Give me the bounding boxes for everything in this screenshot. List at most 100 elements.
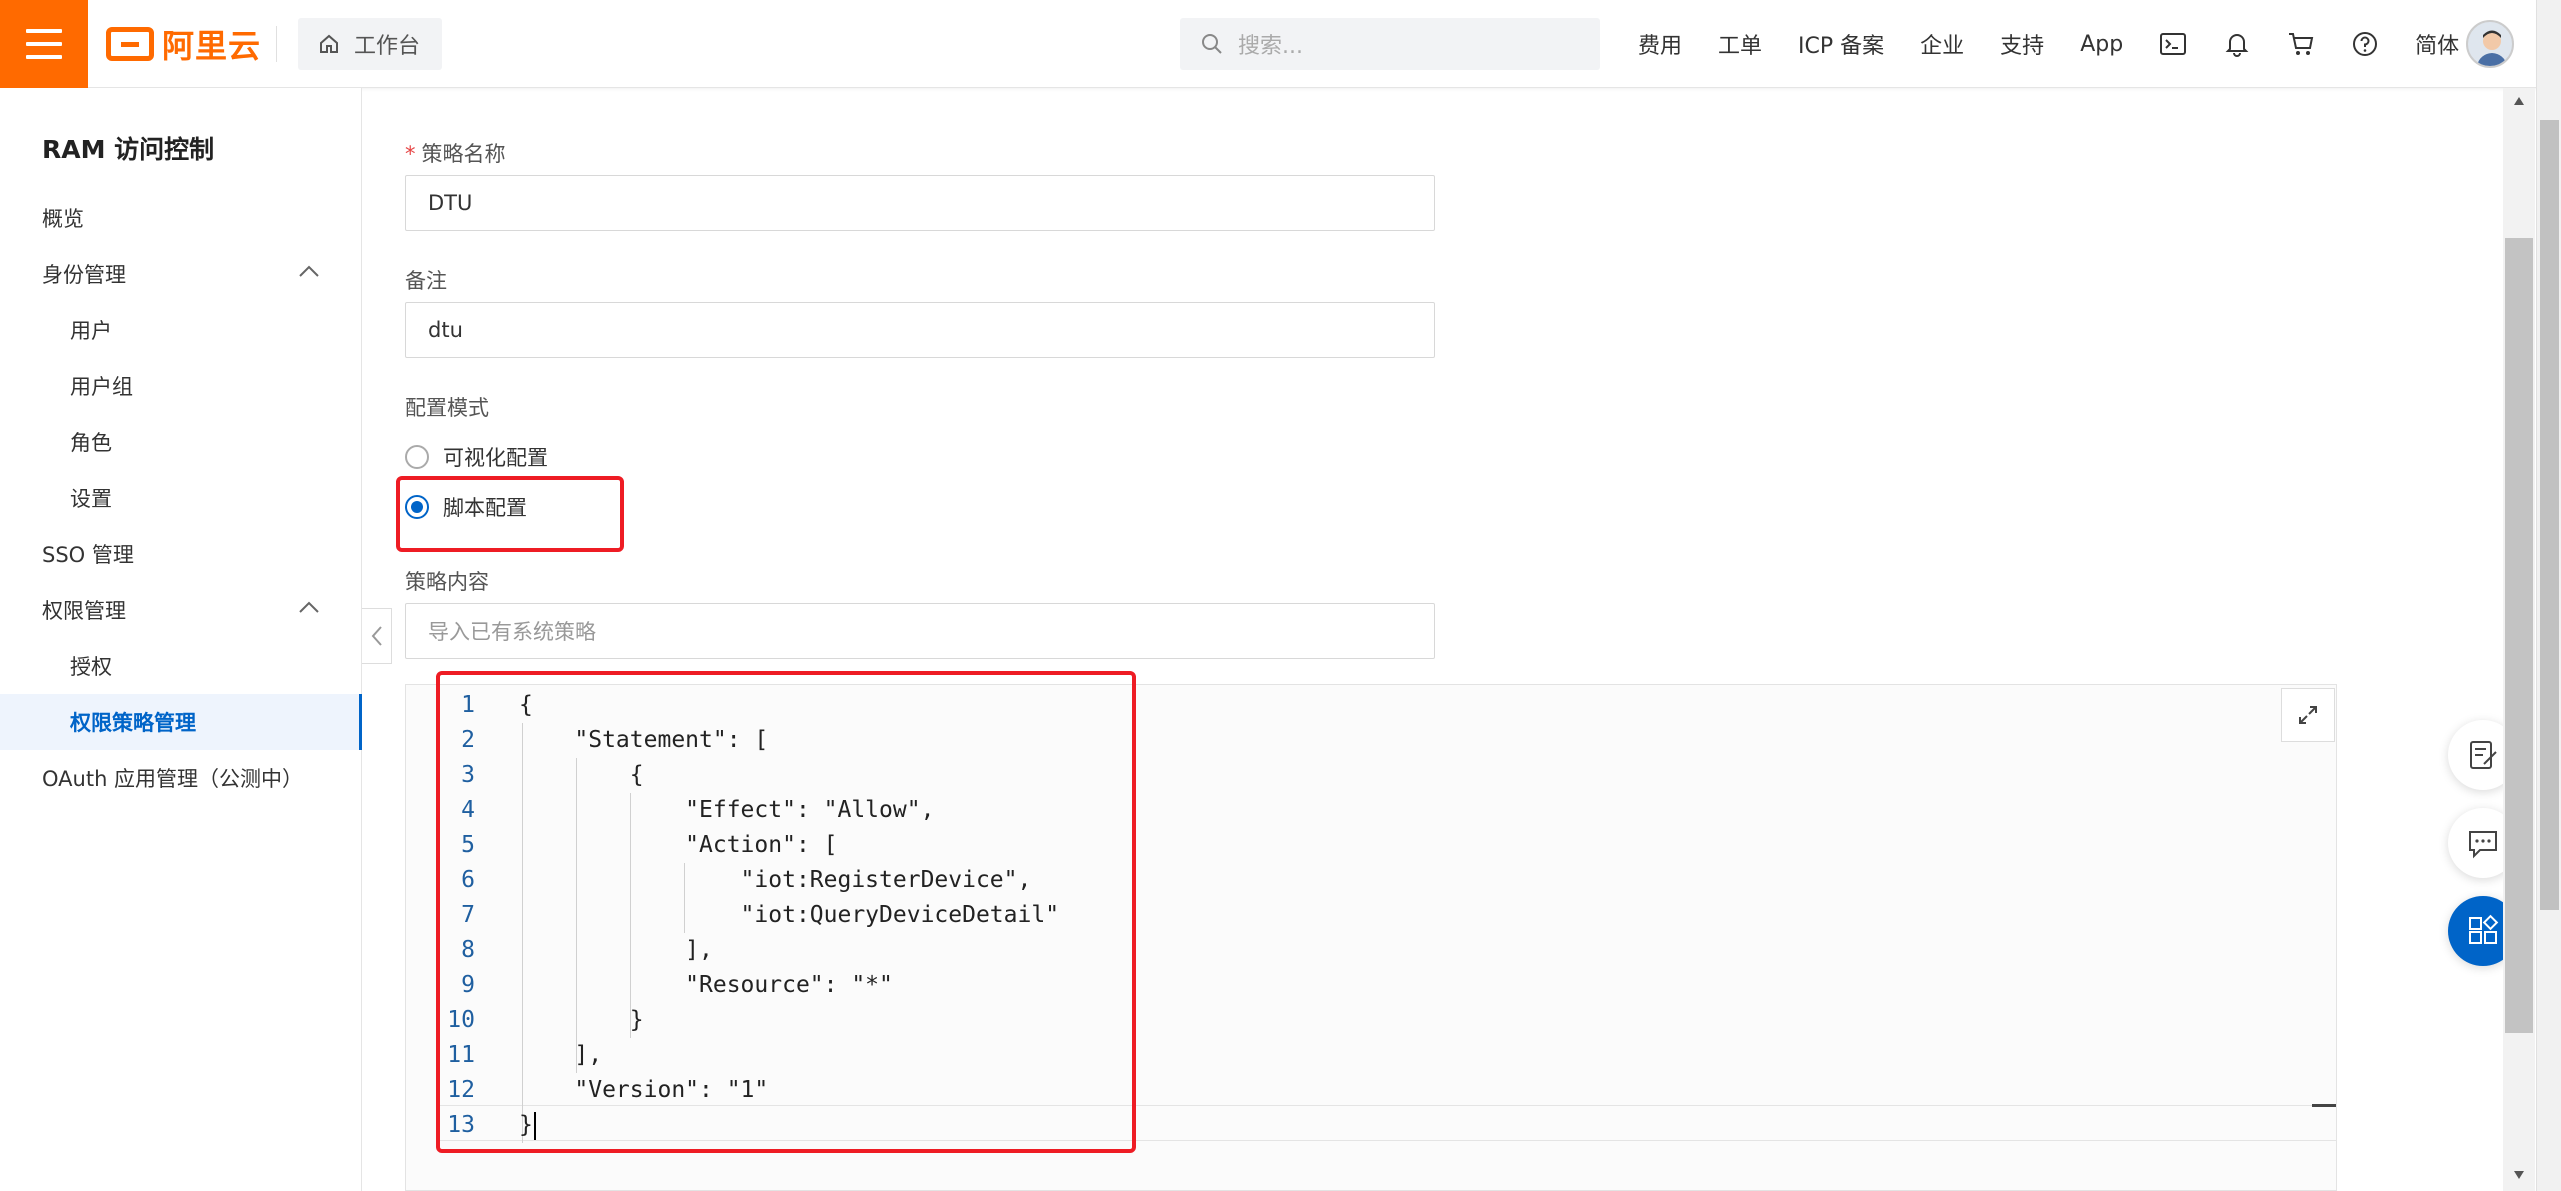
home-icon xyxy=(320,34,338,53)
sidebar: RAM 访问控制 概览 身份管理 用户 用户组 角色 设置 SSO 管理 权限管… xyxy=(0,88,362,1191)
help-icon[interactable] xyxy=(2333,31,2397,57)
menu-icon[interactable] xyxy=(0,0,88,88)
sidebar-item-label: 权限策略管理 xyxy=(70,711,196,735)
editor-scroll-marker xyxy=(2312,1104,2336,1107)
line-text: ], xyxy=(519,937,713,963)
sidebar-item-label: 设置 xyxy=(70,487,112,511)
import-policy-placeholder: 导入已有系统策略 xyxy=(428,620,596,644)
sidebar-item-label: 概览 xyxy=(42,207,84,231)
policy-content-label: 策略内容 xyxy=(405,570,489,594)
remark-label: 备注 xyxy=(405,269,447,293)
divider xyxy=(276,26,277,62)
line-number: 1 xyxy=(461,692,475,718)
sidebar-item-permissions[interactable]: 权限管理 xyxy=(0,582,362,638)
line-text: } xyxy=(519,1112,533,1138)
logo-text: 阿里云 xyxy=(162,27,262,65)
sidebar-item-settings[interactable]: 设置 xyxy=(0,470,362,526)
sidebar-item-label: 授权 xyxy=(70,655,112,679)
nav-ticket[interactable]: 工单 xyxy=(1700,28,1780,60)
search-placeholder: 搜索... xyxy=(1238,34,1303,59)
editor-divider xyxy=(437,1140,2337,1141)
sidebar-item-label: 权限管理 xyxy=(42,599,126,623)
expand-icon xyxy=(2299,706,2317,724)
content-scrollbar[interactable] xyxy=(2503,88,2535,1191)
policy-name-label: * 策略名称 xyxy=(405,138,506,168)
workbench-button[interactable]: 工作台 xyxy=(298,18,442,70)
scroll-down-arrow-icon xyxy=(2514,1171,2524,1179)
nav-fee[interactable]: 费用 xyxy=(1620,28,1700,60)
sidebar-item-oauth[interactable]: OAuth 应用管理（公测中） xyxy=(0,750,362,806)
scroll-up-arrow-icon xyxy=(2514,97,2524,105)
line-number: 10 xyxy=(447,1007,475,1033)
line-number: 3 xyxy=(461,762,475,788)
scrollbar-thumb[interactable] xyxy=(2540,120,2559,910)
radio-label: 可视化配置 xyxy=(443,446,548,470)
line-text: "Resource": "*" xyxy=(519,972,893,998)
line-text: "iot:QueryDeviceDetail" xyxy=(519,902,1060,928)
import-policy-select[interactable]: 导入已有系统策略 xyxy=(405,603,1435,659)
search-icon xyxy=(1202,34,1222,54)
sidebar-item-label: 用户 xyxy=(70,319,112,343)
workbench-label: 工作台 xyxy=(354,34,421,59)
line-number: 4 xyxy=(461,797,475,823)
sidebar-title: RAM 访问控制 xyxy=(42,135,215,164)
radio-circle-selected xyxy=(405,495,429,519)
sidebar-item-identity[interactable]: 身份管理 xyxy=(0,246,362,302)
line-number: 8 xyxy=(461,937,475,963)
line-number: 5 xyxy=(461,832,475,858)
line-text: "Effect": "Allow", xyxy=(519,797,935,823)
policy-name-value: DTU xyxy=(428,191,473,215)
radio-script-config[interactable]: 脚本配置 xyxy=(405,492,527,522)
sidebar-item-label: OAuth 应用管理（公测中） xyxy=(42,767,304,791)
nav-support[interactable]: 支持 xyxy=(1982,28,2062,60)
sidebar-item-overview[interactable]: 概览 xyxy=(0,190,362,246)
top-nav-links: 费用 工单 ICP 备案 企业 支持 App 简体 xyxy=(1620,0,2477,88)
line-number: 9 xyxy=(461,972,475,998)
top-navbar: 阿里云 工作台 搜索... 费用 工单 ICP 备案 企业 支持 App 简体 xyxy=(0,0,2561,88)
sidebar-item-policy-management[interactable]: 权限策略管理 xyxy=(0,694,362,750)
sidebar-item-label: 角色 xyxy=(70,431,112,455)
policy-name-input[interactable]: DTU xyxy=(405,175,1435,231)
remark-input[interactable]: dtu xyxy=(405,302,1435,358)
sidebar-item-label: 身份管理 xyxy=(42,263,126,287)
bell-icon[interactable] xyxy=(2205,31,2269,57)
line-number: 2 xyxy=(461,727,475,753)
sidebar-item-label: 用户组 xyxy=(70,375,133,399)
fullscreen-button[interactable] xyxy=(2281,688,2335,742)
sidebar-item-roles[interactable]: 角色 xyxy=(0,414,362,470)
nav-icp[interactable]: ICP 备案 xyxy=(1780,28,1902,60)
radio-visual-config[interactable]: 可视化配置 xyxy=(405,442,548,472)
sidebar-item-users[interactable]: 用户 xyxy=(0,302,362,358)
apps-icon xyxy=(2469,914,2499,944)
aliyun-logo[interactable]: 阿里云 xyxy=(106,24,262,65)
remark-value: dtu xyxy=(428,318,463,342)
line-text: } xyxy=(519,1007,644,1033)
line-text: { xyxy=(519,692,533,718)
cart-icon[interactable] xyxy=(2269,31,2333,57)
sidebar-collapse-button[interactable] xyxy=(362,608,392,664)
chevron-left-icon xyxy=(371,626,382,646)
line-number: 13 xyxy=(447,1112,475,1138)
sidebar-item-groups[interactable]: 用户组 xyxy=(0,358,362,414)
chat-icon xyxy=(2469,831,2497,859)
line-text: "Version": "1" xyxy=(519,1077,769,1103)
line-number: 11 xyxy=(447,1042,475,1068)
line-number: 6 xyxy=(461,867,475,893)
search-input[interactable]: 搜索... xyxy=(1180,18,1600,70)
scrollbar-thumb[interactable] xyxy=(2505,238,2533,1033)
line-text: "Statement": [ xyxy=(519,727,769,753)
terminal-icon[interactable] xyxy=(2141,32,2205,56)
chevron-up-icon xyxy=(299,265,319,277)
avatar[interactable] xyxy=(2466,20,2514,68)
sidebar-item-sso[interactable]: SSO 管理 xyxy=(0,526,362,582)
line-text: "iot:RegisterDevice", xyxy=(519,867,1032,893)
sidebar-item-grant[interactable]: 授权 xyxy=(0,638,362,694)
chevron-up-icon xyxy=(299,601,319,613)
edit-note-icon xyxy=(2470,741,2497,769)
line-number: 12 xyxy=(447,1077,475,1103)
radio-label: 脚本配置 xyxy=(443,496,527,520)
nav-app[interactable]: App xyxy=(2062,32,2141,57)
nav-enterprise[interactable]: 企业 xyxy=(1902,28,1982,60)
sidebar-item-label: SSO 管理 xyxy=(42,543,134,567)
page-scrollbar[interactable] xyxy=(2536,0,2561,1191)
